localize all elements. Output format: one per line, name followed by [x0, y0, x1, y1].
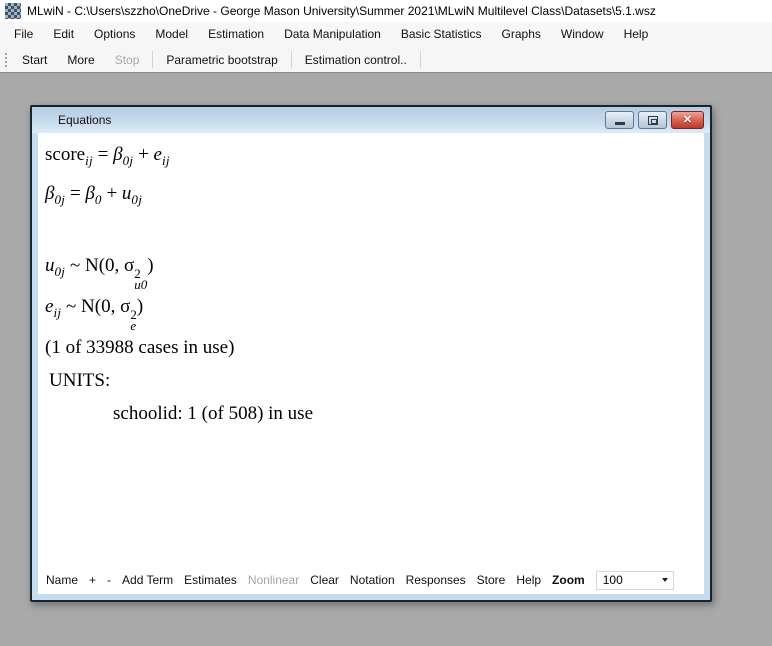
menu-file[interactable]: File	[4, 22, 43, 47]
app-title: MLwiN - C:\Users\szzho\OneDrive - George…	[27, 4, 656, 18]
menu-graphs[interactable]: Graphs	[492, 22, 551, 47]
mlwin-application: MLwiN - C:\Users\szzho\OneDrive - George…	[0, 0, 772, 73]
model-equation-level1-variance[interactable]: eij ~ N(0, σ2e)	[45, 290, 704, 331]
chevron-down-icon	[662, 578, 668, 582]
model-equation-blank	[45, 216, 704, 249]
nonlinear-button[interactable]: Nonlinear	[248, 573, 299, 587]
menu-estimation[interactable]: Estimation	[198, 22, 274, 47]
close-icon: ✕	[683, 112, 692, 128]
stop-button[interactable]: Stop	[105, 48, 150, 72]
equations-bottom-toolbar: Name + - Add Term Estimates Nonlinear Cl…	[38, 568, 704, 594]
zoom-value: 100	[603, 573, 623, 587]
minus-button[interactable]: -	[107, 573, 111, 587]
estimation-control-button[interactable]: Estimation control..	[295, 48, 417, 72]
equations-window: Equations ✕ scoreij = β0j + eij β0j = β0…	[30, 105, 712, 602]
clear-button[interactable]: Clear	[310, 573, 339, 587]
responses-button[interactable]: Responses	[406, 573, 466, 587]
estimates-button[interactable]: Estimates	[184, 573, 237, 587]
minimize-button[interactable]	[605, 111, 634, 129]
mlwin-app-icon	[5, 3, 21, 19]
close-button[interactable]: ✕	[671, 111, 704, 129]
toolbar-grip-handle[interactable]	[3, 51, 8, 69]
minimize-icon	[615, 122, 625, 125]
equations-window-title: Equations	[58, 113, 111, 127]
units-detail: schoolid: 1 (of 508) in use	[45, 397, 704, 430]
estimation-toolbar: Start More Stop Parametric bootstrap Est…	[0, 47, 772, 73]
menu-window[interactable]: Window	[551, 22, 614, 47]
equations-titlebar[interactable]: Equations ✕	[32, 107, 710, 133]
toolbar-separator	[291, 51, 292, 68]
parametric-bootstrap-button[interactable]: Parametric bootstrap	[156, 48, 287, 72]
cases-in-use-text: (1 of 33988 cases in use)	[45, 331, 704, 364]
add-term-button[interactable]: Add Term	[122, 573, 173, 587]
zoom-dropdown[interactable]: 100	[596, 571, 674, 590]
plus-button[interactable]: +	[89, 573, 96, 587]
model-equation-intercept[interactable]: β0j = β0 + u0j	[45, 177, 704, 216]
maximize-button[interactable]	[638, 111, 667, 129]
maximize-icon	[648, 116, 658, 125]
toolbar-separator	[420, 51, 421, 68]
menu-basic-statistics[interactable]: Basic Statistics	[391, 22, 492, 47]
help-button[interactable]: Help	[516, 573, 541, 587]
window-controls: ✕	[605, 111, 704, 129]
model-equation-response[interactable]: scoreij = β0j + eij	[45, 138, 704, 177]
more-button[interactable]: More	[57, 48, 104, 72]
menu-help[interactable]: Help	[614, 22, 659, 47]
equations-pane[interactable]: scoreij = β0j + eij β0j = β0 + u0j u0j ~…	[38, 133, 704, 568]
notation-button[interactable]: Notation	[350, 573, 395, 587]
name-button[interactable]: Name	[46, 573, 78, 587]
menubar: File Edit Options Model Estimation Data …	[0, 22, 772, 47]
equations-client-area: scoreij = β0j + eij β0j = β0 + u0j u0j ~…	[38, 133, 704, 594]
zoom-label: Zoom	[552, 573, 585, 587]
toolbar-separator	[152, 51, 153, 68]
store-button[interactable]: Store	[477, 573, 506, 587]
menu-options[interactable]: Options	[84, 22, 145, 47]
model-equation-level2-variance[interactable]: u0j ~ N(0, σ2u0)	[45, 249, 704, 290]
start-button[interactable]: Start	[12, 48, 57, 72]
app-titlebar[interactable]: MLwiN - C:\Users\szzho\OneDrive - George…	[0, 0, 772, 22]
menu-edit[interactable]: Edit	[43, 22, 84, 47]
menu-data-manipulation[interactable]: Data Manipulation	[274, 22, 391, 47]
menu-model[interactable]: Model	[145, 22, 198, 47]
units-label: UNITS:	[45, 364, 704, 397]
